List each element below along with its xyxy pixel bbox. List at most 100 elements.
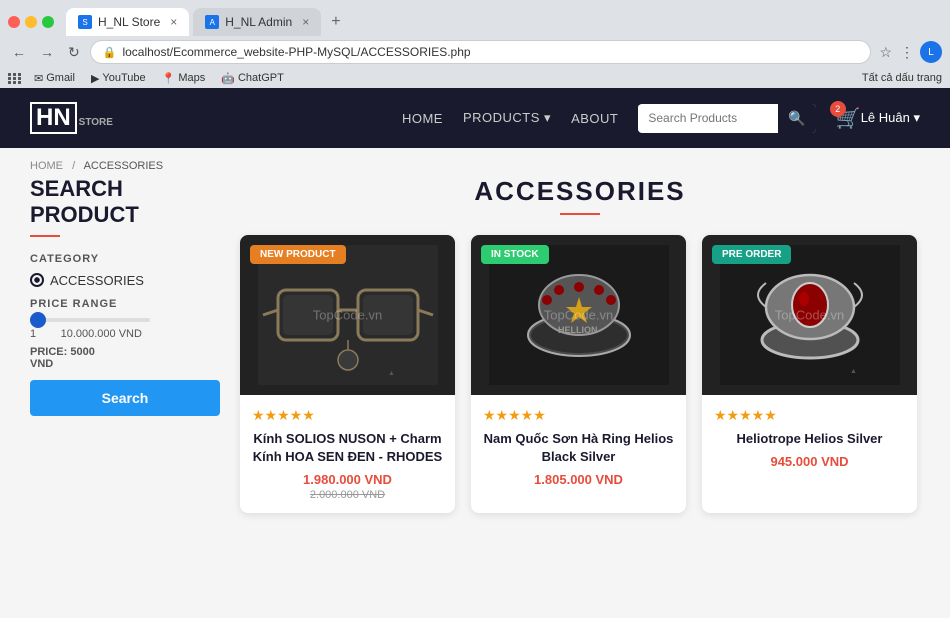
tab-close-store[interactable]: × xyxy=(170,15,177,29)
back-button[interactable]: ← xyxy=(8,42,30,62)
chatgpt-icon: 🤖 xyxy=(221,72,235,85)
logo[interactable]: HN STORE xyxy=(30,102,113,134)
product-price-1: 1.805.000 VND xyxy=(483,472,674,487)
product-card-0[interactable]: NEW PRODUCT xyxy=(240,235,455,513)
product-name-2: Heliotrope Helios Silver xyxy=(714,430,905,448)
tab-title-admin: H_NL Admin xyxy=(225,15,292,29)
cart-badge: 2 xyxy=(830,101,846,117)
all-bookmarks[interactable]: Tất cả dấu trang xyxy=(862,72,942,84)
product-price-old-0: 2.000.000 VND xyxy=(252,489,443,501)
tab-hnl-store[interactable]: S H_NL Store × xyxy=(66,8,189,36)
close-btn[interactable] xyxy=(8,16,20,28)
navbar: HN STORE HOME PRODUCTS ▾ ABOUT 🔍 🛒 2 Lê … xyxy=(0,88,950,148)
bookmark-button[interactable]: ☆ xyxy=(877,42,894,63)
apps-button[interactable] xyxy=(8,73,22,84)
search-sidebar-button[interactable]: Search xyxy=(30,380,220,416)
nav-home[interactable]: HOME xyxy=(402,111,443,126)
category-accessories-row[interactable]: ACCESSORIES xyxy=(30,273,220,288)
price-max: 10.000.000 VND xyxy=(61,328,142,340)
user-area[interactable]: Lê Huân ▾ xyxy=(861,110,920,126)
price-range-nums: 1 10.000.000 VND xyxy=(30,328,220,340)
apps-icon xyxy=(8,73,22,84)
svg-text:HELLION: HELLION xyxy=(558,325,598,335)
product-img-glasses: ▲ xyxy=(258,245,438,385)
breadcrumb: HOME / ACCESSORIES xyxy=(0,148,950,176)
page-title-area: ACCESSORIES xyxy=(240,176,920,215)
user-label: Lê Huân ▾ xyxy=(861,110,920,126)
bookmark-youtube-label: YouTube xyxy=(102,72,145,84)
price-display: PRICE: 5000VND xyxy=(30,346,220,370)
sidebar-title: SEARCHPRODUCT xyxy=(30,176,220,229)
product-stars-2: ★★★★★ xyxy=(714,407,905,424)
url-text: localhost/Ecommerce_website-PHP-MySQL/AC… xyxy=(122,45,470,59)
product-price-0: 1.980.000 VND xyxy=(252,472,443,487)
product-info-0: ★★★★★ Kính SOLIOS NUSON + Charm Kính HOA… xyxy=(240,395,455,513)
product-stars-0: ★★★★★ xyxy=(252,407,443,424)
product-price-2: 945.000 VND xyxy=(714,454,905,469)
nav-products[interactable]: PRODUCTS ▾ xyxy=(463,110,551,126)
search-input-nav[interactable] xyxy=(638,105,778,131)
gmail-icon: ✉ xyxy=(34,72,43,85)
bookmark-chatgpt-label: ChatGPT xyxy=(238,72,284,84)
svg-text:▲: ▲ xyxy=(850,368,857,375)
product-badge-1: IN STOCK xyxy=(481,245,549,264)
product-name-0: Kính SOLIOS NUSON + Charm Kính HOA SEN Đ… xyxy=(252,430,443,466)
product-badge-0: NEW PRODUCT xyxy=(250,245,346,264)
minimize-btn[interactable] xyxy=(25,16,37,28)
bookmarks-bar: ✉ Gmail ▶ YouTube 📍 Maps 🤖 ChatGPT Tất c… xyxy=(0,68,950,88)
logo-hn: HN xyxy=(30,102,77,134)
nav-links: HOME PRODUCTS ▾ ABOUT xyxy=(402,110,618,126)
category-label: CATEGORY xyxy=(30,253,220,265)
bookmark-maps[interactable]: 📍 Maps xyxy=(158,70,210,87)
tab-favicon-admin: A xyxy=(205,15,219,29)
site-content: HN STORE HOME PRODUCTS ▾ ABOUT 🔍 🛒 2 Lê … xyxy=(0,88,950,618)
content-area: ACCESSORIES NEW PRODUCT xyxy=(240,176,920,513)
bookmark-gmail-label: Gmail xyxy=(46,72,75,84)
title-bar: S H_NL Store × A H_NL Admin × + xyxy=(0,0,950,36)
url-bar[interactable]: 🔒 localhost/Ecommerce_website-PHP-MySQL/… xyxy=(90,40,872,64)
product-badge-2: PRE ORDER xyxy=(712,245,791,264)
tab-hnl-admin[interactable]: A H_NL Admin × xyxy=(193,8,321,36)
product-stars-1: ★★★★★ xyxy=(483,407,674,424)
maximize-btn[interactable] xyxy=(42,16,54,28)
bookmark-youtube[interactable]: ▶ YouTube xyxy=(87,70,150,87)
more-button[interactable]: ⋮ xyxy=(898,42,916,63)
category-accessories-label: ACCESSORIES xyxy=(50,273,144,288)
product-card-1[interactable]: IN STOCK xyxy=(471,235,686,513)
product-card-2[interactable]: PRE ORDER xyxy=(702,235,917,513)
tab-favicon-store: S xyxy=(78,15,92,29)
nav-about[interactable]: ABOUT xyxy=(571,111,618,126)
refresh-button[interactable]: ↻ xyxy=(64,42,84,63)
search-btn-nav[interactable]: 🔍 xyxy=(778,104,815,133)
price-slider-thumb[interactable] xyxy=(30,312,46,328)
price-min: 1 xyxy=(30,328,36,340)
page-title: ACCESSORIES xyxy=(240,176,920,207)
forward-button[interactable]: → xyxy=(36,42,58,62)
search-box: 🔍 xyxy=(638,104,815,133)
product-img-area-0: NEW PRODUCT xyxy=(240,235,455,395)
product-info-1: ★★★★★ Nam Quốc Sơn Hà Ring Helios Black … xyxy=(471,395,686,499)
logo-store: STORE xyxy=(79,117,113,128)
profile-button[interactable]: L xyxy=(920,41,942,63)
title-underline xyxy=(560,213,600,215)
product-name-1: Nam Quốc Sơn Hà Ring Helios Black Silver xyxy=(483,430,674,466)
bookmark-chatgpt[interactable]: 🤖 ChatGPT xyxy=(217,70,288,87)
bookmark-gmail[interactable]: ✉ Gmail xyxy=(30,70,79,87)
browser-actions: ☆ ⋮ L xyxy=(877,41,942,63)
breadcrumb-current: ACCESSORIES xyxy=(84,160,163,172)
cart-area[interactable]: 🛒 2 xyxy=(836,106,861,131)
main-layout: SEARCHPRODUCT CATEGORY ACCESSORIES PRICE… xyxy=(0,176,950,513)
youtube-icon: ▶ xyxy=(91,72,99,85)
tab-close-admin[interactable]: × xyxy=(302,15,309,29)
window-controls xyxy=(8,16,54,28)
product-img-ring-star: HELLION xyxy=(489,245,669,385)
product-info-2: ★★★★★ Heliotrope Helios Silver 945.000 V… xyxy=(702,395,917,481)
breadcrumb-home[interactable]: HOME xyxy=(30,160,63,172)
category-radio[interactable] xyxy=(30,273,44,287)
new-tab-button[interactable]: + xyxy=(325,13,346,31)
product-img-area-2: PRE ORDER xyxy=(702,235,917,395)
sidebar: SEARCHPRODUCT CATEGORY ACCESSORIES PRICE… xyxy=(30,176,220,513)
address-bar: ← → ↻ 🔒 localhost/Ecommerce_website-PHP-… xyxy=(0,36,950,68)
browser-chrome: S H_NL Store × A H_NL Admin × + ← → ↻ 🔒 … xyxy=(0,0,950,88)
price-slider-track xyxy=(30,318,150,322)
